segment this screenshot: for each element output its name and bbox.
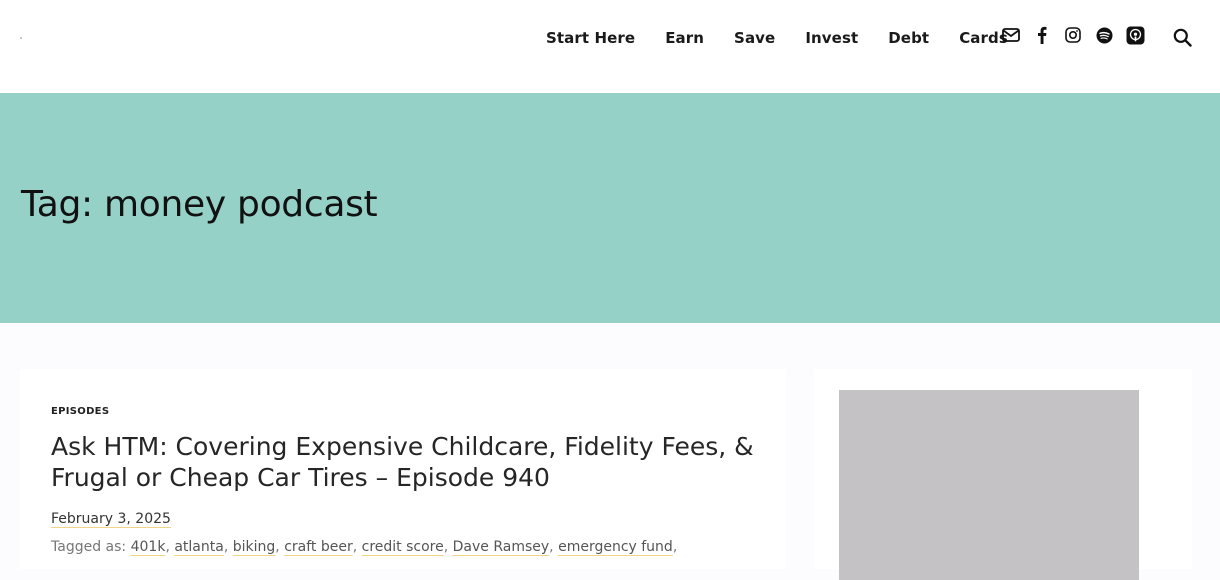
nav-earn[interactable]: Earn [650, 27, 719, 49]
search-icon[interactable] [1172, 27, 1192, 47]
tags-prefix: Tagged as: [51, 539, 127, 555]
sidebar-image-placeholder [839, 390, 1139, 580]
site-logo[interactable] [20, 37, 22, 39]
spotify-icon[interactable] [1094, 25, 1114, 45]
tag-link[interactable]: 401k [131, 539, 166, 555]
tag-link[interactable]: biking [233, 539, 276, 555]
email-icon[interactable] [1001, 25, 1021, 45]
nav-save[interactable]: Save [719, 27, 790, 49]
social-links [1001, 25, 1156, 45]
site-header: Start Here Earn Save Invest Debt Cards [0, 0, 1220, 93]
tag-link[interactable]: craft beer [284, 539, 353, 555]
post-title[interactable]: Ask HTM: Covering Expensive Childcare, F… [51, 431, 771, 493]
post-category[interactable]: EPISODES [51, 406, 109, 417]
instagram-icon[interactable] [1063, 25, 1083, 45]
page-title: Tag: money podcast [21, 184, 378, 225]
tag-link[interactable]: Dave Ramsey [453, 539, 550, 555]
nav-start-here[interactable]: Start Here [531, 27, 650, 49]
tag-link[interactable]: emergency fund [558, 539, 673, 555]
apple-podcasts-icon[interactable] [1125, 25, 1145, 45]
post-card: EPISODES Ask HTM: Covering Expensive Chi… [20, 369, 786, 569]
post-tags: Tagged as: 401k, atlanta, biking, craft … [51, 539, 678, 555]
tag-link[interactable]: credit score [362, 539, 444, 555]
nav-debt[interactable]: Debt [873, 27, 944, 49]
archive-hero: Tag: money podcast [0, 93, 1220, 323]
facebook-icon[interactable] [1032, 25, 1052, 45]
post-date[interactable]: February 3, 2025 [51, 511, 171, 527]
tag-link[interactable]: atlanta [174, 539, 223, 555]
nav-invest[interactable]: Invest [790, 27, 873, 49]
sidebar [814, 369, 1192, 580]
main-nav: Start Here Earn Save Invest Debt Cards [531, 27, 1023, 49]
